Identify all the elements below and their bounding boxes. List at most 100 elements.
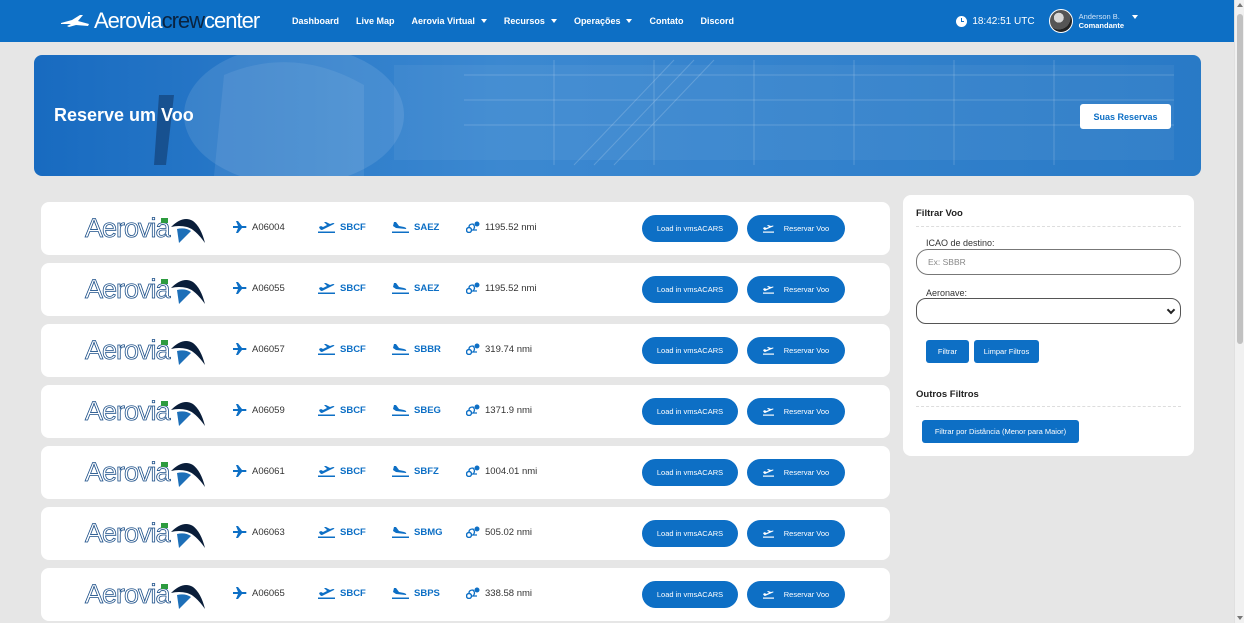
nav-link-dashboard[interactable]: Dashboard — [292, 16, 339, 26]
departure-icao: SBCF — [340, 526, 366, 538]
scroll-down-arrow-icon[interactable] — [1237, 616, 1243, 620]
load-button-label: Load in vmsACARS — [656, 224, 724, 233]
avatar[interactable] — [1048, 9, 1073, 33]
nav-link-discord[interactable]: Discord — [700, 16, 734, 26]
user-menu[interactable]: Anderson B. Comandante — [1079, 12, 1124, 30]
filter-button[interactable]: Filtrar — [926, 340, 969, 363]
load-vmsacars-button[interactable]: Load in vmsACARS — [642, 276, 738, 303]
my-reservations-button[interactable]: Suas Reservas — [1080, 104, 1171, 129]
brand-text: Aeroviacrewcenter — [94, 8, 260, 34]
load-vmsacars-button[interactable]: Load in vmsACARS — [642, 215, 738, 242]
distance-text: 1195.52 nmi — [485, 221, 537, 233]
arrival-airport: SBEG — [392, 404, 441, 416]
nav-link-recursos[interactable]: Recursos — [504, 16, 557, 26]
load-vmsacars-button[interactable]: Load in vmsACARS — [642, 581, 738, 608]
reserve-flight-button[interactable]: Reservar Voo — [747, 520, 845, 547]
brand-logo[interactable]: Aeroviacrewcenter — [60, 8, 260, 34]
flight-number: A06061 — [233, 465, 285, 477]
route-icon — [466, 404, 480, 416]
departure-airport: SBCF — [318, 587, 366, 599]
wing-logo-icon — [171, 280, 205, 304]
caret-down-icon — [626, 19, 633, 23]
reserve-flight-button[interactable]: Reservar Voo — [747, 459, 845, 486]
takeoff-icon — [762, 530, 774, 538]
brazil-flag-icon — [161, 401, 168, 406]
sort-by-distance-button[interactable]: Filtrar por Distância (Menor para Maior) — [922, 420, 1079, 443]
flight-number-text: A06063 — [252, 526, 285, 538]
brazil-flag-icon — [161, 462, 168, 467]
icao-input[interactable]: Ex: SBBR — [916, 249, 1181, 275]
reserve-flight-button[interactable]: Reservar Voo — [747, 276, 845, 303]
flight-distance: 338.58 nmi — [466, 587, 532, 599]
load-vmsacars-button[interactable]: Load in vmsACARS — [642, 337, 738, 364]
nav-link-label: Aerovia Virtual — [411, 16, 475, 26]
reserve-button-label: Reservar Voo — [783, 468, 830, 477]
takeoff-icon — [762, 408, 774, 416]
takeoff-icon — [318, 344, 335, 355]
distance-text: 338.58 nmi — [485, 587, 533, 599]
airplane-icon — [233, 587, 247, 599]
nav-link-live-map[interactable]: Live Map — [356, 16, 395, 26]
user-role: Comandante — [1078, 21, 1124, 30]
top-navbar: Aeroviacrewcenter Dashboard Live Map Aerov… — [0, 0, 1234, 42]
brazil-flag-icon — [161, 523, 168, 528]
load-vmsacars-button[interactable]: Load in vmsACARS — [642, 459, 738, 486]
distance-text: 1004.01 nmi — [485, 465, 538, 477]
departure-icao: SBCF — [340, 343, 366, 355]
flight-number: A06004 — [233, 221, 285, 233]
nav-links: Dashboard Live Map Aerovia Virtual Recursos… — [292, 0, 751, 42]
airplane-logo-icon — [61, 15, 89, 27]
route-icon — [466, 343, 480, 355]
load-vmsacars-button[interactable]: Load in vmsACARS — [642, 520, 738, 547]
takeoff-icon — [318, 283, 335, 294]
page-scrollbar[interactable] — [1234, 0, 1244, 623]
airplane-icon — [233, 465, 247, 477]
load-vmsacars-button[interactable]: Load in vmsACARS — [642, 398, 738, 425]
airline-logo-text: Aerovia — [85, 213, 171, 244]
clock-icon — [956, 15, 968, 27]
airline-logo: Aerovia — [85, 213, 205, 244]
takeoff-icon — [762, 286, 774, 294]
load-button-label: Load in vmsACARS — [656, 468, 724, 477]
flight-distance: 505.02 nmi — [466, 526, 532, 538]
nav-user-area: 18:42:51 UTC Anderson B. Comandante — [956, 0, 1138, 42]
flight-card: Aerovia A06055 SBCF SAEZ 1195.52 nmi Load in … — [41, 263, 890, 316]
departure-icao: SBCF — [340, 587, 366, 599]
aircraft-select[interactable] — [916, 298, 1181, 324]
flight-card: Aerovia A06063 SBCF SBMG 505.02 nmi Load in v… — [41, 507, 890, 560]
takeoff-icon — [318, 405, 335, 416]
reserve-flight-button[interactable]: Reservar Voo — [747, 581, 845, 608]
flight-distance: 1371.9 nmi — [466, 404, 532, 416]
wing-logo-icon — [171, 463, 205, 487]
nav-link-aerovia-virtual[interactable]: Aerovia Virtual — [412, 16, 487, 26]
reserve-flight-button[interactable]: Reservar Voo — [747, 215, 845, 242]
clear-filters-button[interactable]: Limpar Filtros — [974, 340, 1039, 363]
scroll-thumb[interactable] — [1237, 14, 1243, 344]
flight-number-text: A06057 — [252, 343, 285, 355]
flight-card: Aerovia A06057 SBCF SBBR 319.74 nmi Load in v… — [41, 324, 890, 377]
flight-distance: 319.74 nmi — [466, 343, 532, 355]
reserve-flight-button[interactable]: Reservar Voo — [747, 398, 845, 425]
load-button-label: Load in vmsACARS — [656, 407, 724, 416]
airline-logo: Aerovia — [85, 457, 205, 487]
departure-airport: SBCF — [318, 465, 366, 477]
user-caret-down-icon[interactable] — [1132, 15, 1138, 19]
nav-link-label: Discord — [700, 16, 734, 26]
page-title: Reserve um Voo — [54, 105, 194, 125]
scroll-up-arrow-icon[interactable] — [1237, 3, 1243, 7]
icao-placeholder: Ex: SBBR — [928, 257, 966, 267]
distance-text: 319.74 nmi — [485, 343, 533, 355]
brazil-flag-icon — [161, 584, 168, 589]
nav-link-contato[interactable]: Contato — [649, 16, 683, 26]
airline-logo: Aerovia — [85, 518, 205, 548]
arrival-icao: SBBR — [414, 343, 441, 355]
brand-text-light: Aerovia — [94, 8, 163, 33]
airline-logo-text: Aerovia — [85, 579, 171, 610]
arrival-icao: SBPS — [414, 587, 440, 599]
other-filters-divider — [916, 406, 1181, 407]
chevron-down-icon — [1166, 305, 1176, 315]
arrival-icao: SBFZ — [414, 465, 439, 477]
nav-link-opera-es[interactable]: Operações — [574, 16, 633, 26]
reserve-flight-button[interactable]: Reservar Voo — [747, 337, 845, 364]
flight-number: A06065 — [233, 587, 285, 599]
